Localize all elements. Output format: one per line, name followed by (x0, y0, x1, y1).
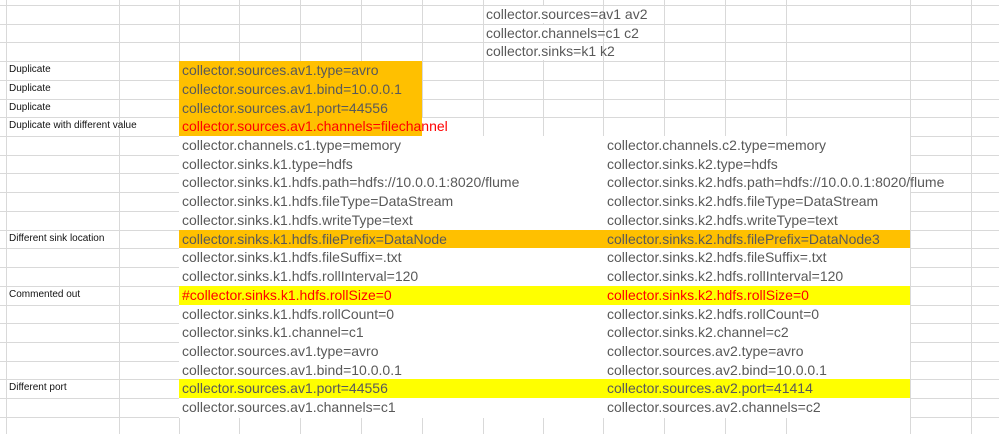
config-cell-right[interactable]: collector.sinks.k2.hdfs.fileSuffix=.txt (607, 248, 827, 266)
config-cell-right[interactable]: collector.sources.av2.port=41414 (607, 379, 813, 397)
row-gridline (0, 117, 999, 118)
config-cell-left[interactable]: collector.sinks.k1.hdfs.fileSuffix=.txt (182, 248, 402, 266)
config-cell-right[interactable]: collector.sinks.k2.hdfs.rollSize=0 (607, 286, 809, 304)
config-cell-left[interactable]: collector.sources.av1.channels=filechann… (182, 117, 448, 135)
config-cell-left[interactable]: collector.sources.av1.channels=c1 (182, 398, 396, 416)
config-cell-left[interactable]: collector.sources.av1.type=avro (182, 61, 379, 79)
column-gridline (6, 0, 7, 434)
config-cell-right[interactable]: collector.sources.av2.type=avro (607, 342, 804, 360)
config-cell-left[interactable]: collector.sinks.k1.hdfs.path=hdfs://10.0… (182, 173, 519, 191)
config-cell-left[interactable]: collector.sinks.k1.type=hdfs (182, 155, 353, 173)
config-cell-right[interactable]: collector.sinks.k2.hdfs.writeType=text (607, 211, 838, 229)
config-cell-right[interactable]: collector.sources.av2.bind=10.0.0.1 (607, 361, 827, 379)
row-annotation-label[interactable]: Different sink location (9, 230, 104, 248)
config-cell-left[interactable]: collector.sources.av1.bind=10.0.0.1 (182, 361, 402, 379)
config-cell-left[interactable]: collector.sources.av1.bind=10.0.0.1 (182, 80, 402, 98)
row-annotation-label[interactable]: Duplicate (9, 80, 51, 98)
row-annotation-label[interactable]: Commented out (9, 286, 80, 304)
config-cell-left[interactable]: collector.sources.av1.type=avro (182, 342, 379, 360)
column-gridline (910, 0, 911, 434)
row-gridline (0, 99, 999, 100)
config-cell-right[interactable]: collector.sinks.k2.hdfs.rollInterval=120 (607, 267, 843, 285)
header-cell[interactable]: collector.sinks=k1 k2 (486, 42, 615, 60)
row-gridline (0, 80, 999, 81)
config-cell-left[interactable]: collector.sinks.k1.channel=c1 (182, 323, 364, 341)
header-cell[interactable]: collector.sources=av1 av2 (486, 5, 647, 23)
row-annotation-label[interactable]: Duplicate with different value (9, 117, 137, 135)
config-cell-right[interactable]: collector.sinks.k2.channel=c2 (607, 323, 789, 341)
row-annotation-label[interactable]: Different port (9, 379, 67, 397)
config-cell-right[interactable]: collector.sinks.k2.hdfs.fileType=DataStr… (607, 192, 878, 210)
config-cell-right[interactable]: collector.channels.c2.type=memory (607, 136, 826, 154)
config-cell-left[interactable]: #collector.sinks.k1.hdfs.rollSize=0 (182, 286, 392, 304)
config-cell-left[interactable]: collector.sinks.k1.hdfs.rollCount=0 (182, 305, 394, 323)
config-cell-left[interactable]: collector.sources.av1.port=44556 (182, 99, 388, 117)
config-cell-left[interactable]: collector.sinks.k1.hdfs.filePrefix=DataN… (182, 230, 447, 248)
config-cell-right[interactable]: collector.sinks.k2.hdfs.rollCount=0 (607, 305, 819, 323)
row-gridline (0, 61, 999, 62)
row-annotation-label[interactable]: Duplicate (9, 99, 51, 117)
column-gridline (971, 0, 972, 434)
spreadsheet-grid[interactable]: collector.sources=av1 av2 collector.chann… (0, 0, 999, 434)
config-cell-right[interactable]: collector.sources.av2.channels=c2 (607, 398, 821, 416)
config-cell-left[interactable]: collector.sinks.k1.hdfs.rollInterval=120 (182, 267, 418, 285)
column-gridline (119, 0, 120, 434)
config-cell-right[interactable]: collector.sinks.k2.hdfs.path=hdfs://10.0… (607, 173, 944, 191)
config-cell-left[interactable]: collector.sinks.k1.hdfs.fileType=DataStr… (182, 192, 453, 210)
row-annotation-label[interactable]: Duplicate (9, 61, 51, 79)
config-cell-right[interactable]: collector.sinks.k2.hdfs.filePrefix=DataN… (607, 230, 880, 248)
config-cell-left[interactable]: collector.channels.c1.type=memory (182, 136, 401, 154)
config-cell-right[interactable]: collector.sinks.k2.type=hdfs (607, 155, 778, 173)
config-cell-left[interactable]: collector.sinks.k1.hdfs.writeType=text (182, 211, 413, 229)
config-cell-left[interactable]: collector.sources.av1.port=44556 (182, 379, 388, 397)
header-cell[interactable]: collector.channels=c1 c2 (486, 24, 639, 42)
